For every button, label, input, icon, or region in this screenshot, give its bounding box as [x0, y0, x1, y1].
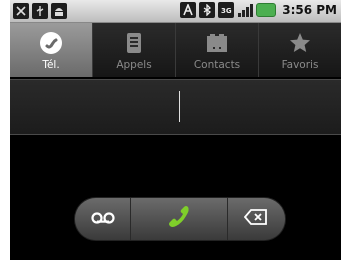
svg-text:3G: 3G: [221, 7, 232, 15]
android-icon: [51, 3, 67, 19]
system-icons: 3G 3:56 PM: [180, 2, 337, 18]
tab-bar: Tél. Appels Contacts Favoris: [10, 23, 341, 77]
status-bar: 3G 3:56 PM: [10, 0, 341, 23]
bluetooth-icon: [199, 2, 216, 18]
call-icon: [164, 202, 194, 236]
digits-field[interactable]: [10, 79, 341, 136]
notification-icons: [13, 3, 67, 19]
dialer-screen: 3G 3:56 PM Tél. Appels Contacts Favoris: [10, 0, 341, 260]
tab-contacts[interactable]: Contacts: [175, 23, 258, 77]
dialer-action-bar: [75, 198, 285, 240]
delete-button[interactable]: [227, 198, 285, 240]
text-cursor: [179, 91, 180, 122]
tab-phone[interactable]: Tél.: [10, 23, 92, 77]
tab-call-log-label: Appels: [116, 59, 152, 71]
tab-phone-label: Tél.: [42, 59, 60, 71]
tab-call-log[interactable]: Appels: [92, 23, 175, 77]
phone-number-input[interactable]: [10, 80, 341, 136]
backspace-icon: [244, 209, 268, 229]
voicemail-icon: [90, 210, 116, 229]
battery-icon: [256, 3, 277, 17]
signal-icon: [237, 2, 254, 18]
usb-icon: [32, 3, 48, 19]
3g-icon: 3G: [218, 2, 235, 18]
call-button[interactable]: [131, 198, 228, 240]
tab-favorites-label: Favoris: [281, 59, 319, 71]
a-notification-icon: [180, 2, 197, 18]
tab-contacts-label: Contacts: [193, 59, 241, 71]
usb-debug-icon: [13, 3, 29, 19]
tab-favorites[interactable]: Favoris: [258, 23, 341, 77]
status-time: 3:56 PM: [282, 3, 337, 17]
voicemail-button[interactable]: [75, 198, 132, 240]
star-icon: [287, 31, 313, 55]
contacts-icon: [204, 31, 230, 55]
phone-icon: [38, 31, 64, 55]
call-log-icon: [121, 31, 147, 55]
